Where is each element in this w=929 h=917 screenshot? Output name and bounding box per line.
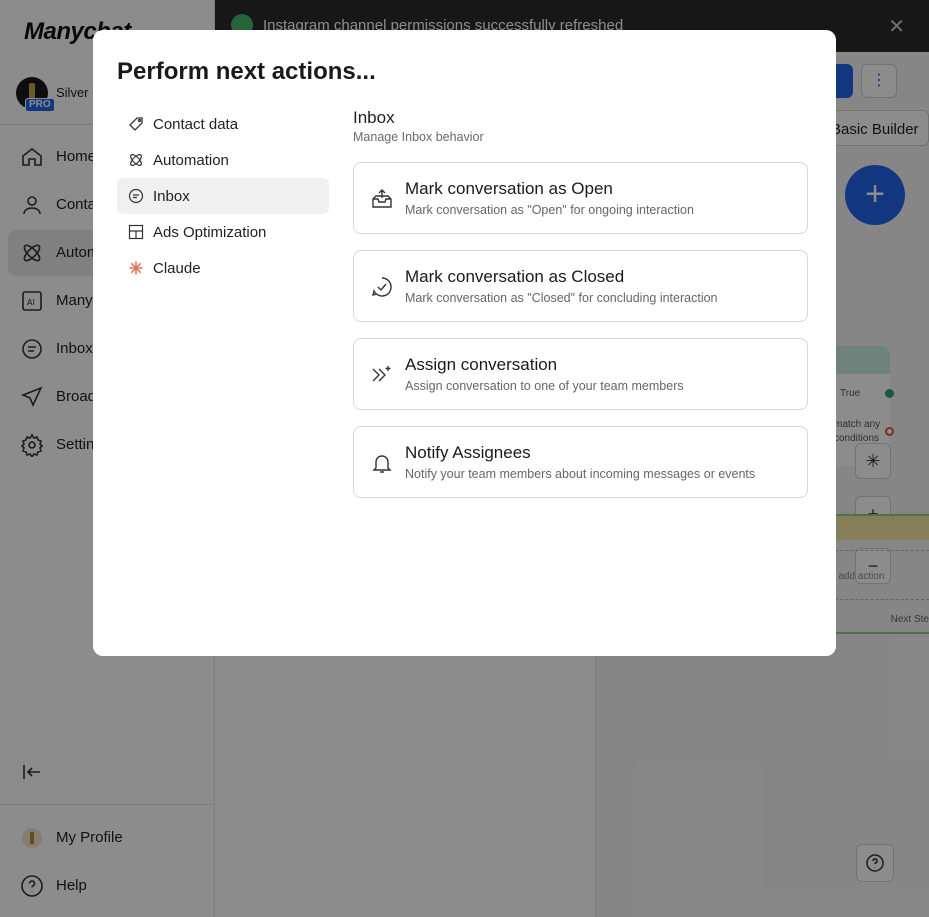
section-subtitle: Manage Inbox behavior (353, 130, 484, 144)
action-title: Notify Assignees (405, 443, 531, 462)
action-mark-closed[interactable]: Mark conversation as Closed Mark convers… (353, 250, 808, 322)
category-label: Inbox (153, 188, 190, 205)
category-label: Automation (153, 152, 229, 169)
tag-icon (129, 117, 143, 131)
action-title: Assign conversation (405, 355, 558, 374)
action-description: Assign conversation to one of your team … (405, 379, 684, 393)
open-inbox-icon (372, 189, 392, 208)
action-notify-assignees[interactable]: Notify Assignees Notify your team member… (353, 426, 808, 498)
action-description: Mark conversation as "Closed" for conclu… (405, 291, 718, 305)
category-claude[interactable]: Claude (117, 250, 329, 286)
check-chat-icon (372, 277, 392, 297)
assign-icon (372, 366, 391, 382)
section-title: Inbox (353, 108, 395, 127)
action-mark-open[interactable]: Mark conversation as Open Mark conversat… (353, 162, 808, 234)
category-ads-optimization[interactable]: Ads Optimization (117, 214, 329, 250)
action-description: Notify your team members about incoming … (405, 467, 756, 481)
category-label: Contact data (153, 116, 239, 133)
automation-icon (130, 154, 142, 166)
category-label: Claude (153, 260, 201, 277)
modal-title: Perform next actions... (117, 58, 376, 85)
action-assign[interactable]: Assign conversation Assign conversation … (353, 338, 808, 410)
category-label: Ads Optimization (153, 224, 267, 241)
layout-icon (128, 224, 144, 240)
action-description: Mark conversation as "Open" for ongoing … (405, 203, 694, 217)
claude-icon (129, 261, 143, 275)
next-actions-modal: Perform next actions... Contact data Aut… (93, 30, 836, 656)
action-title: Mark conversation as Closed (405, 267, 625, 286)
bell-icon (372, 455, 392, 473)
category-automation[interactable]: Automation (117, 142, 329, 178)
chat-icon (128, 188, 144, 204)
action-title: Mark conversation as Open (405, 179, 613, 198)
category-contact-data[interactable]: Contact data (117, 106, 329, 142)
category-inbox[interactable]: Inbox (117, 178, 329, 214)
